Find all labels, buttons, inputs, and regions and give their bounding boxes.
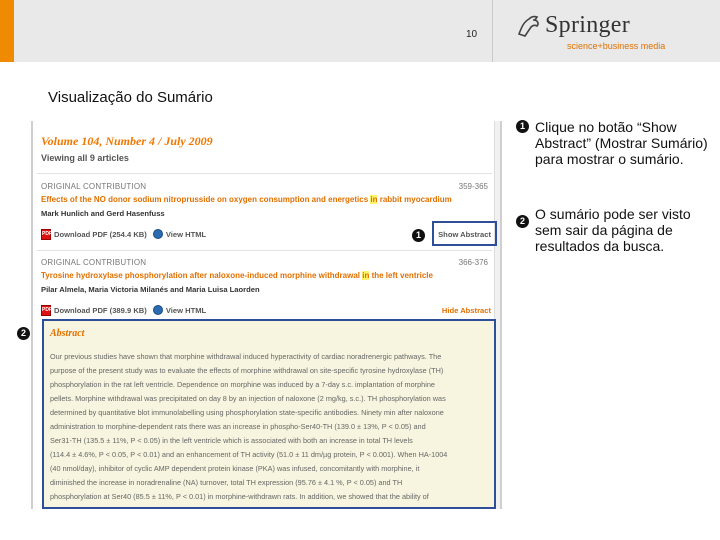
- download-pdf-label: Download PDF (389.9 KB): [54, 305, 147, 315]
- view-html-label: View HTML: [165, 305, 207, 315]
- slide-title: Visualização do Sumário: [48, 89, 213, 106]
- article-title-link[interactable]: Tyrosine hydroxylase phosphorylation aft…: [41, 271, 433, 280]
- divider: [37, 173, 492, 174]
- title-text: rabbit myocardium: [377, 195, 452, 204]
- divider: [37, 250, 492, 251]
- brand-tagline: science+business media: [567, 41, 666, 51]
- hide-abstract-button[interactable]: Hide Abstract: [442, 306, 491, 315]
- page-number: 10: [466, 29, 478, 40]
- title-text: Tyrosine hydroxylase phosphorylation aft…: [41, 271, 363, 280]
- download-pdf-link[interactable]: PDF Download PDF (389.9 KB): [41, 304, 147, 316]
- download-pdf-link[interactable]: PDF Download PDF (254.4 KB): [41, 228, 147, 240]
- view-html-link[interactable]: View HTML: [152, 229, 207, 239]
- view-html-link[interactable]: View HTML: [152, 305, 207, 315]
- article-authors: Mark Hunlich and Gerd Hasenfuss: [41, 209, 165, 218]
- callout-badge-2: 2: [17, 327, 30, 340]
- brand-name: Springer: [545, 12, 631, 38]
- title-text: the left ventricle: [369, 271, 433, 280]
- show-abstract-callout-box: [432, 221, 497, 246]
- article-title-link[interactable]: Effects of the NO donor sodium nitroprus…: [41, 195, 452, 204]
- note-badge-1: 1: [516, 120, 529, 133]
- springer-logo: Springer science+business media: [516, 12, 706, 54]
- article-pages: 366-376: [458, 258, 488, 267]
- article-type: ORIGINAL CONTRIBUTION: [41, 258, 147, 267]
- view-html-label: View HTML: [165, 229, 207, 239]
- viewing-count: Viewing all 9 articles: [41, 153, 129, 163]
- html-icon: [152, 305, 163, 315]
- note-badge-2: 2: [516, 215, 529, 228]
- header-divider: [492, 0, 493, 62]
- article-authors: Pilar Almela, Maria Victoria Milanés and…: [41, 285, 260, 294]
- html-icon: [152, 229, 163, 239]
- article-type: ORIGINAL CONTRIBUTION: [41, 182, 147, 191]
- instruction-note-1: Clique no botão “Show Abstract” (Mostrar…: [535, 119, 708, 167]
- accent-bar: [0, 0, 14, 62]
- instruction-note-2: O sumário pode ser visto sem sair da pág…: [535, 206, 691, 254]
- download-pdf-label: Download PDF (254.4 KB): [54, 229, 147, 239]
- article-links: PDF Download PDF (254.4 KB) View HTML: [41, 227, 206, 241]
- article-links: PDF Download PDF (389.9 KB) View HTML: [41, 303, 206, 317]
- title-text: Effects of the NO donor sodium nitroprus…: [41, 195, 371, 204]
- abstract-callout-box: [42, 319, 496, 509]
- article-pages: 359-365: [458, 182, 488, 191]
- callout-badge-1: 1: [412, 229, 425, 242]
- horse-logo-icon: [517, 15, 539, 37]
- pdf-icon: PDF: [41, 228, 52, 240]
- issue-title[interactable]: Volume 104, Number 4 / July 2009: [41, 134, 213, 149]
- pdf-icon: PDF: [41, 304, 52, 316]
